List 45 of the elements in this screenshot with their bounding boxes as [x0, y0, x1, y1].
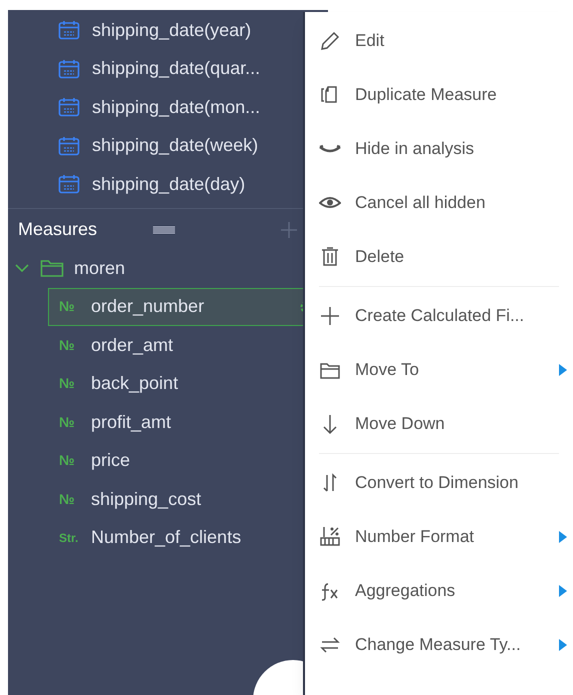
menu-item[interactable]: Delete	[319, 230, 573, 284]
dimension-field[interactable]: shipping_date(day)	[92, 170, 246, 198]
type-label: №	[59, 374, 76, 394]
list-icon	[153, 226, 176, 234]
add-icon[interactable]	[280, 220, 298, 238]
measure-name: order_number	[91, 295, 204, 318]
number-format-icon	[319, 526, 341, 548]
calendar-icon	[58, 97, 80, 118]
calendar-icon	[58, 136, 80, 156]
menu-item[interactable]: Number Format	[319, 510, 573, 564]
calendar-icon	[58, 174, 80, 194]
menu-item[interactable]: Duplicate Measure	[319, 68, 573, 122]
folder-label[interactable]: moren	[74, 254, 126, 282]
measure-name: profit_amt	[91, 410, 172, 434]
dimension-field[interactable]: shipping_date(year)	[92, 16, 252, 44]
dimension-field[interactable]: shipping_date(mon...	[92, 94, 260, 121]
menu-item[interactable]: Hide in analysis	[319, 122, 573, 176]
menu-item[interactable]: Cancel all hidden	[319, 176, 573, 230]
menu-item[interactable]: Move Down	[319, 397, 573, 451]
type-label: Str.	[59, 530, 80, 547]
pencil-icon	[319, 30, 341, 52]
folder-icon	[40, 258, 64, 278]
trash-icon	[319, 246, 341, 268]
hide-icon	[319, 144, 341, 154]
calendar-icon	[58, 58, 80, 79]
type-label: №	[59, 297, 76, 316]
measure-name: order_amt	[91, 334, 174, 357]
calendar-icon	[58, 20, 80, 40]
measure-name: Number_of_clients	[91, 526, 242, 550]
measure-name: shipping_cost	[91, 488, 202, 511]
menu-item[interactable]: Change Measure Ty...	[319, 618, 573, 672]
measure-name: back_point	[91, 372, 178, 396]
measure-name: price	[91, 449, 130, 472]
menu-item[interactable]: Aggregations	[319, 564, 573, 618]
menu-item[interactable]: Edit	[319, 14, 573, 68]
menu-item[interactable]: Move To	[319, 343, 573, 397]
type-label: №	[59, 412, 76, 432]
type-label: №	[59, 490, 76, 509]
plus-icon	[319, 305, 341, 327]
menu-item[interactable]: Convert to Dimension	[319, 456, 573, 510]
section-title: Measures	[18, 218, 98, 241]
dimension-field[interactable]: shipping_date(week)	[92, 132, 258, 160]
type-label: №	[59, 451, 76, 470]
type-label: №	[59, 336, 76, 355]
dimension-field[interactable]: shipping_date(quar...	[92, 55, 260, 82]
